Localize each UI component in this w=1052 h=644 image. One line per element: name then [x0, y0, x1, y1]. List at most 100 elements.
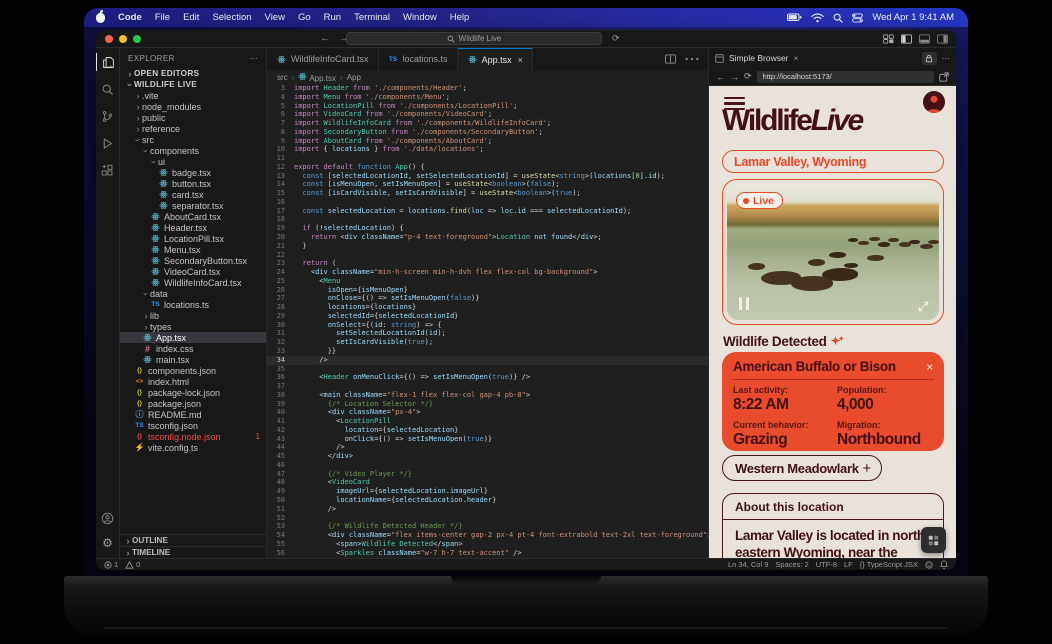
code-line-39[interactable]: 39 {/* Location Selector */} — [267, 400, 708, 409]
tree-item-wildlifeinfocard.tsx[interactable]: WildlifeInfoCard.tsx — [120, 277, 266, 288]
extensions-icon[interactable] — [96, 161, 120, 179]
code-line-46[interactable]: 46 — [267, 461, 708, 470]
code-line-6[interactable]: 6import VideoCard from './components/Vid… — [267, 110, 708, 119]
tree-item-locationpill.tsx[interactable]: LocationPill.tsx — [120, 233, 266, 244]
code-line-25[interactable]: 25 <Menu — [267, 277, 708, 286]
spotlight-search-icon[interactable] — [833, 13, 843, 23]
tree-item-main.tsx[interactable]: main.tsx — [120, 354, 266, 365]
tree-item-index.css[interactable]: #index.css — [120, 343, 266, 354]
location-pill[interactable]: Lamar Valley, Wyoming — [722, 150, 944, 173]
split-editor-icon[interactable] — [665, 54, 676, 64]
tree-item-menu.tsx[interactable]: Menu.tsx — [120, 244, 266, 255]
menu-item-run[interactable]: Run — [324, 12, 341, 23]
tree-item-separator.tsx[interactable]: separator.tsx — [120, 200, 266, 211]
search-sidebar-icon[interactable] — [96, 80, 120, 98]
code-line-5[interactable]: 5import LocationPill from './components/… — [267, 102, 708, 111]
code-line-35[interactable]: 35 — [267, 365, 708, 374]
tree-item-videocard.tsx[interactable]: VideoCard.tsx — [120, 266, 266, 277]
code-line-17[interactable]: 17 const selectedLocation = locations.fi… — [267, 207, 708, 216]
code-line-13[interactable]: 13 const [selectedLocationId, setSelecte… — [267, 172, 708, 181]
code-line-16[interactable]: 16 — [267, 198, 708, 207]
code-line-51[interactable]: 51 /> — [267, 505, 708, 514]
code-line-31[interactable]: 31 setSelectedLocationId(id); — [267, 329, 708, 338]
tree-item-app.tsx[interactable]: App.tsx — [120, 332, 266, 343]
menu-item-edit[interactable]: Edit — [183, 12, 199, 23]
explorer-icon[interactable] — [96, 53, 120, 71]
tree-item-src[interactable]: ›src — [120, 134, 266, 145]
code-line-20[interactable]: 20 return <div className="p-4 text-foreg… — [267, 233, 708, 242]
live-video-frame[interactable]: Live — [727, 184, 939, 320]
battery-icon[interactable] — [787, 13, 802, 22]
zoom-window-button[interactable] — [133, 35, 141, 43]
code-line-12[interactable]: 12export default function App() { — [267, 163, 708, 172]
notifications-bell-icon[interactable] — [940, 560, 948, 569]
code-line-22[interactable]: 22 — [267, 251, 708, 260]
code-line-38[interactable]: 38 <main className="flex-1 flex flex-col… — [267, 391, 708, 400]
tree-item-tsconfig.json[interactable]: TStsconfig.json — [120, 420, 266, 431]
code-line-41[interactable]: 41 <LocationPill — [267, 417, 708, 426]
menu-item-code[interactable]: Code — [118, 12, 142, 23]
tree-item-locations.ts[interactable]: TSlocations.ts — [120, 299, 266, 310]
breadcrumb[interactable]: src›App.tsx›App — [267, 70, 708, 84]
code-line-47[interactable]: 47 {/* Video Player */} — [267, 470, 708, 479]
code-line-34[interactable]: 34 /> — [267, 356, 708, 365]
code-line-32[interactable]: 32 setIsCardVisible(true); — [267, 338, 708, 347]
tab-app.tsx[interactable]: App.tsx× — [458, 48, 533, 70]
tree-item-lib[interactable]: ›lib — [120, 310, 266, 321]
tree-item-card.tsx[interactable]: card.tsx — [120, 189, 266, 200]
explorer-more-actions[interactable]: ⋯ — [250, 54, 258, 63]
open-external-icon[interactable] — [939, 72, 949, 82]
code-editor[interactable]: 3import Header from './components/Header… — [267, 84, 708, 558]
apple-menu-icon[interactable] — [96, 13, 105, 23]
tree-item-package.json[interactable]: {}package.json — [120, 398, 266, 409]
code-line-14[interactable]: 14 const [isMenuOpen, setIsMenuOpen] = u… — [267, 180, 708, 189]
toggle-sidebar-icon[interactable] — [901, 34, 912, 44]
code-line-30[interactable]: 30 onSelect={(id: string) => { — [267, 321, 708, 330]
back-arrow-icon[interactable]: ← — [320, 33, 330, 44]
tab-locations.ts[interactable]: TSlocations.ts — [379, 48, 458, 70]
code-line-23[interactable]: 23 return ( — [267, 259, 708, 268]
code-line-8[interactable]: 8import SecondaryButton from './componen… — [267, 128, 708, 137]
settings-gear-icon[interactable]: ⚙ — [96, 534, 120, 552]
code-line-15[interactable]: 15 const [isCardVisible, setIsCardVisibl… — [267, 189, 708, 198]
browser-reload-icon[interactable]: ⟳ — [744, 71, 752, 82]
menu-item-selection[interactable]: Selection — [212, 12, 251, 23]
status-typescript-jsx[interactable]: {} TypeScript JSX — [860, 560, 918, 569]
minimize-window-button[interactable] — [119, 35, 127, 43]
floating-panel-button[interactable] — [921, 527, 946, 553]
url-input[interactable]: http://localhost:5173/ — [757, 71, 934, 83]
breadcrumb-src[interactable]: src — [277, 73, 288, 82]
close-window-button[interactable] — [105, 35, 113, 43]
code-line-10[interactable]: 10import { locations } from './data/loca… — [267, 145, 708, 154]
tree-item-.vite[interactable]: ›.vite — [120, 90, 266, 101]
code-line-45[interactable]: 45 </div> — [267, 452, 708, 461]
toggle-secondary-sidebar-icon[interactable] — [937, 34, 948, 44]
close-tab-icon[interactable]: × — [518, 55, 523, 65]
code-line-42[interactable]: 42 location={selectedLocation} — [267, 426, 708, 435]
code-line-26[interactable]: 26 isOpen={isMenuOpen} — [267, 286, 708, 295]
tab-wildlifeinfocard.tsx[interactable]: WildlifeInfoCard.tsx — [267, 48, 379, 70]
tree-item-vite.config.ts[interactable]: ⚡vite.config.ts — [120, 442, 266, 453]
pause-button[interactable] — [739, 297, 749, 310]
tree-item-types[interactable]: ›types — [120, 321, 266, 332]
tree-item-aboutcard.tsx[interactable]: AboutCard.tsx — [120, 211, 266, 222]
menu-item-help[interactable]: Help — [450, 12, 470, 23]
code-line-27[interactable]: 27 onClose={() => setIsMenuOpen(false)} — [267, 294, 708, 303]
breadcrumb-app[interactable]: App — [347, 73, 361, 82]
tree-item-readme.md[interactable]: ⓘREADME.md — [120, 409, 266, 420]
code-line-44[interactable]: 44 /> — [267, 443, 708, 452]
tree-item-tsconfig.node.json[interactable]: {}tsconfig.node.json1 — [120, 431, 266, 442]
tree-section-wildlife-live[interactable]: ›WILDLIFE LIVE — [120, 79, 266, 90]
code-line-28[interactable]: 28 locations={locations} — [267, 303, 708, 312]
tree-item-badge.tsx[interactable]: badge.tsx — [120, 167, 266, 178]
code-line-7[interactable]: 7import WildlifeInfoCard from './compone… — [267, 119, 708, 128]
tree-item-header.tsx[interactable]: Header.tsx — [120, 222, 266, 233]
code-line-54[interactable]: 54 <div className="flex items-center gap… — [267, 531, 708, 540]
toggle-panel-icon[interactable] — [919, 34, 930, 44]
code-line-3[interactable]: 3import Header from './components/Header… — [267, 84, 708, 93]
layout-refresh-icon[interactable]: ⟳ — [612, 33, 620, 44]
status-ln-34-col-9[interactable]: Ln 34, Col 9 — [728, 560, 768, 569]
code-line-19[interactable]: 19 if (!selectedLocation) { — [267, 224, 708, 233]
code-line-50[interactable]: 50 locationName={selectedLocation.header… — [267, 496, 708, 505]
menu-item-window[interactable]: Window — [403, 12, 437, 23]
